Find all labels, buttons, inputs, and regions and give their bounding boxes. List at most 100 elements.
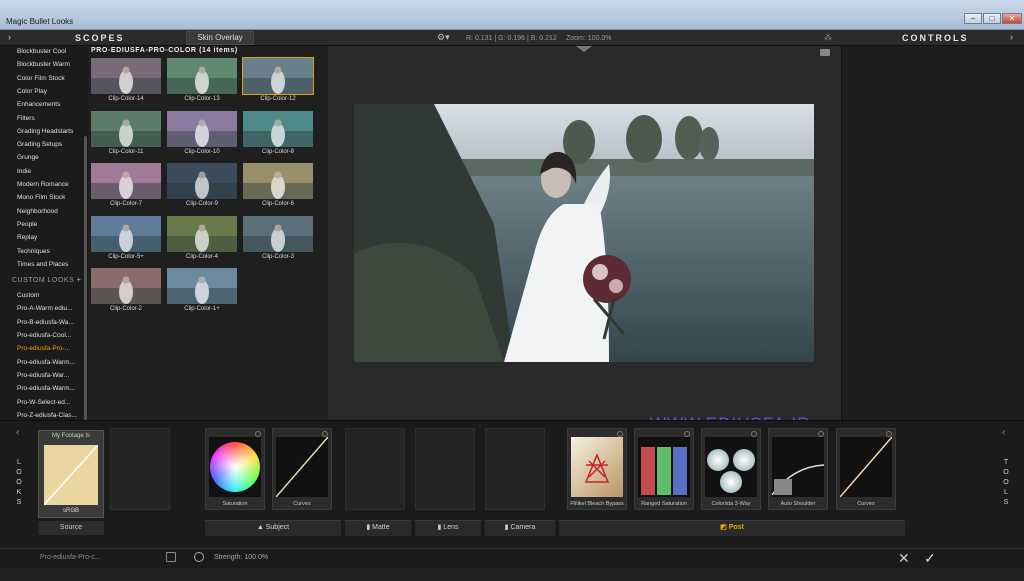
custom-look-item[interactable]: Pro-ediusfa-Pro-... (17, 345, 70, 352)
look-thumbnail-label: Clip-Color-7 (109, 201, 142, 207)
collapse-left-icon[interactable]: › (8, 32, 11, 42)
look-category-item[interactable]: Grading Setups (17, 141, 62, 148)
reset-strength-icon[interactable] (194, 552, 204, 562)
look-category-item[interactable]: People (17, 221, 37, 228)
category-lens[interactable]: ▮ Lens (415, 520, 481, 536)
snapshot-camera-icon[interactable] (820, 49, 830, 56)
look-thumbnail-label: Clip-Color-12 (260, 96, 296, 102)
look-thumbnail[interactable]: Clip-Color-2 (91, 268, 161, 314)
look-thumbnail[interactable]: Clip-Color-3 (243, 215, 313, 262)
looks-vertical-label[interactable]: LOOKS (14, 458, 24, 508)
skin-overlay-tab[interactable]: Skin Overlay (186, 31, 254, 45)
vertical-label-letter: T (1003, 459, 1009, 466)
custom-look-item[interactable]: Pro-ediusfa-Warm... (17, 359, 75, 366)
post-icon: ◩ (720, 524, 729, 531)
look-thumbnail[interactable]: Clip-Color-4 (167, 215, 237, 262)
look-thumbnail[interactable]: Clip-Color-8 (243, 110, 313, 157)
collapse-right-icon[interactable]: › (1010, 32, 1013, 42)
look-thumbnail[interactable]: Clip-Color-6 (243, 163, 313, 209)
custom-look-item[interactable]: Pro-ediusfa-Warm... (17, 385, 75, 392)
tools-right-arrow-icon[interactable]: ‹ (1002, 427, 1005, 438)
look-category-item[interactable]: Color Film Stock (17, 75, 65, 82)
look-thumbnail[interactable]: Clip-Color-13 (167, 58, 237, 104)
look-category-item[interactable]: Replay (17, 234, 37, 241)
tool-label: Colorista 3-Way (711, 501, 751, 507)
look-category-item[interactable]: Techniques (17, 248, 50, 255)
custom-look-item[interactable]: Pro-Z-ediusfa-Clas... (17, 412, 77, 419)
empty-slot[interactable] (345, 428, 405, 510)
tool-ranged-saturation[interactable]: Ranged Saturation (634, 428, 694, 510)
custom-look-item[interactable]: Pro-ediusfa-War... (17, 372, 69, 379)
controls-header[interactable]: CONTROLS (902, 33, 969, 43)
custom-look-item[interactable]: Pro-W-Select-ed... (17, 399, 70, 406)
save-icon[interactable] (166, 552, 176, 562)
look-category-item[interactable]: Mono Film Stock (17, 194, 65, 201)
look-category-item[interactable]: Blockbuster Cool (17, 48, 66, 55)
look-thumbnail[interactable]: Clip-Color-14 (91, 58, 161, 104)
category-subject[interactable]: ▲ Subject (205, 520, 341, 536)
look-thumbnail[interactable]: Clip-Color-11 (91, 110, 161, 157)
maximize-button[interactable]: □ (983, 13, 1001, 24)
category-post[interactable]: ◩ Post (559, 520, 905, 536)
look-thumbnail[interactable]: Clip-Color-10 (167, 110, 237, 157)
custom-look-item[interactable]: Pro-ediusfa-Cool... (17, 332, 71, 339)
tool-colorista[interactable]: Colorista 3-Way (701, 428, 761, 510)
look-thumbnail-image (167, 110, 237, 147)
cancel-icon[interactable]: ✕ (898, 550, 910, 567)
title-bar: Magic Bullet Looks – □ ✕ (0, 0, 1024, 30)
category-label: Post (728, 524, 744, 531)
viewer-dropdown-icon[interactable] (576, 46, 592, 52)
tool-curves[interactable]: Curves (272, 428, 332, 510)
look-category-item[interactable]: Blockbuster Warm (17, 61, 70, 68)
custom-looks-header[interactable]: CUSTOM LOOKS + (12, 277, 81, 284)
minimize-button[interactable]: – (964, 13, 982, 24)
look-thumbnail[interactable]: Clip-Color-12 (242, 57, 314, 104)
strength-value[interactable]: Strength: 100.0% (214, 554, 268, 561)
looks-left-arrow-icon[interactable]: ‹ (16, 427, 19, 438)
look-thumbnail-label: Clip-Color-8 (261, 148, 294, 155)
category-matte[interactable]: ▮ Matte (345, 520, 411, 536)
scopes-header[interactable]: SCOPES (75, 33, 125, 43)
look-category-item[interactable]: Indie (17, 168, 31, 175)
look-thumbnail-label: Clip-Color-11 (108, 148, 144, 155)
custom-look-item[interactable]: Pro-B-ediusfa-Wa... (17, 319, 74, 326)
tool-bleach-bypass[interactable]: Pillikel Bleach Bypass (567, 428, 627, 510)
add-look-icon[interactable]: + (74, 277, 81, 284)
look-thumbnail-image (243, 215, 313, 252)
look-category-item[interactable]: Neighborhood (17, 208, 58, 215)
look-category-item[interactable]: Color Play (17, 88, 47, 95)
vertical-label-letter: S (16, 499, 22, 506)
tools-vertical-label[interactable]: TOOLS (1001, 458, 1011, 508)
tool-label: Saturation (222, 501, 248, 507)
look-thumbnail[interactable]: Clip-Color-9 (167, 163, 237, 209)
look-category-item[interactable]: Filters (17, 115, 35, 122)
footage-card[interactable]: My Footage Is sRGB (38, 430, 104, 518)
tool-saturation[interactable]: Saturation (205, 428, 265, 510)
tool-auto-shoulder[interactable]: Auto Shoulder (768, 428, 828, 510)
look-thumbnail[interactable]: Clip-Color-5+ (91, 215, 161, 262)
gear-icon[interactable]: ⚙▾ (437, 32, 450, 43)
empty-slot[interactable] (485, 428, 545, 510)
footage-value: sRGB (62, 508, 79, 514)
look-category-item[interactable]: Enhancements (17, 101, 60, 108)
empty-slot[interactable] (415, 428, 475, 510)
look-category-item[interactable]: Modern Romance (17, 181, 69, 188)
sidebar-scrollbar[interactable] (84, 136, 87, 464)
tool-curves-post[interactable]: Curves (836, 428, 896, 510)
look-thumbnail[interactable]: Clip-Color-7 (91, 163, 161, 209)
palette-icon[interactable]: ⁂ (824, 33, 832, 42)
custom-look-item[interactable]: Custom (17, 292, 39, 299)
empty-slot[interactable] (110, 428, 170, 510)
category-camera[interactable]: ▮ Camera (485, 520, 555, 536)
look-thumbnail-label: Clip-Color-1+ (184, 306, 220, 312)
look-category-item[interactable]: Times and Places (17, 261, 68, 268)
look-category-item[interactable]: Grunge (17, 154, 39, 161)
custom-look-item[interactable]: Pro-A-Warm ediu... (17, 305, 72, 312)
look-thumbnail[interactable]: Clip-Color-1+ (167, 268, 237, 314)
look-thumbnail-image (243, 110, 313, 147)
current-look-name[interactable]: Pro-ediusfa-Pro-c... (40, 554, 101, 561)
look-category-item[interactable]: Grading Headstarts (17, 128, 73, 135)
accept-icon[interactable]: ✓ (924, 550, 936, 567)
close-button[interactable]: ✕ (1002, 13, 1022, 24)
source-button[interactable]: Source (38, 521, 104, 535)
